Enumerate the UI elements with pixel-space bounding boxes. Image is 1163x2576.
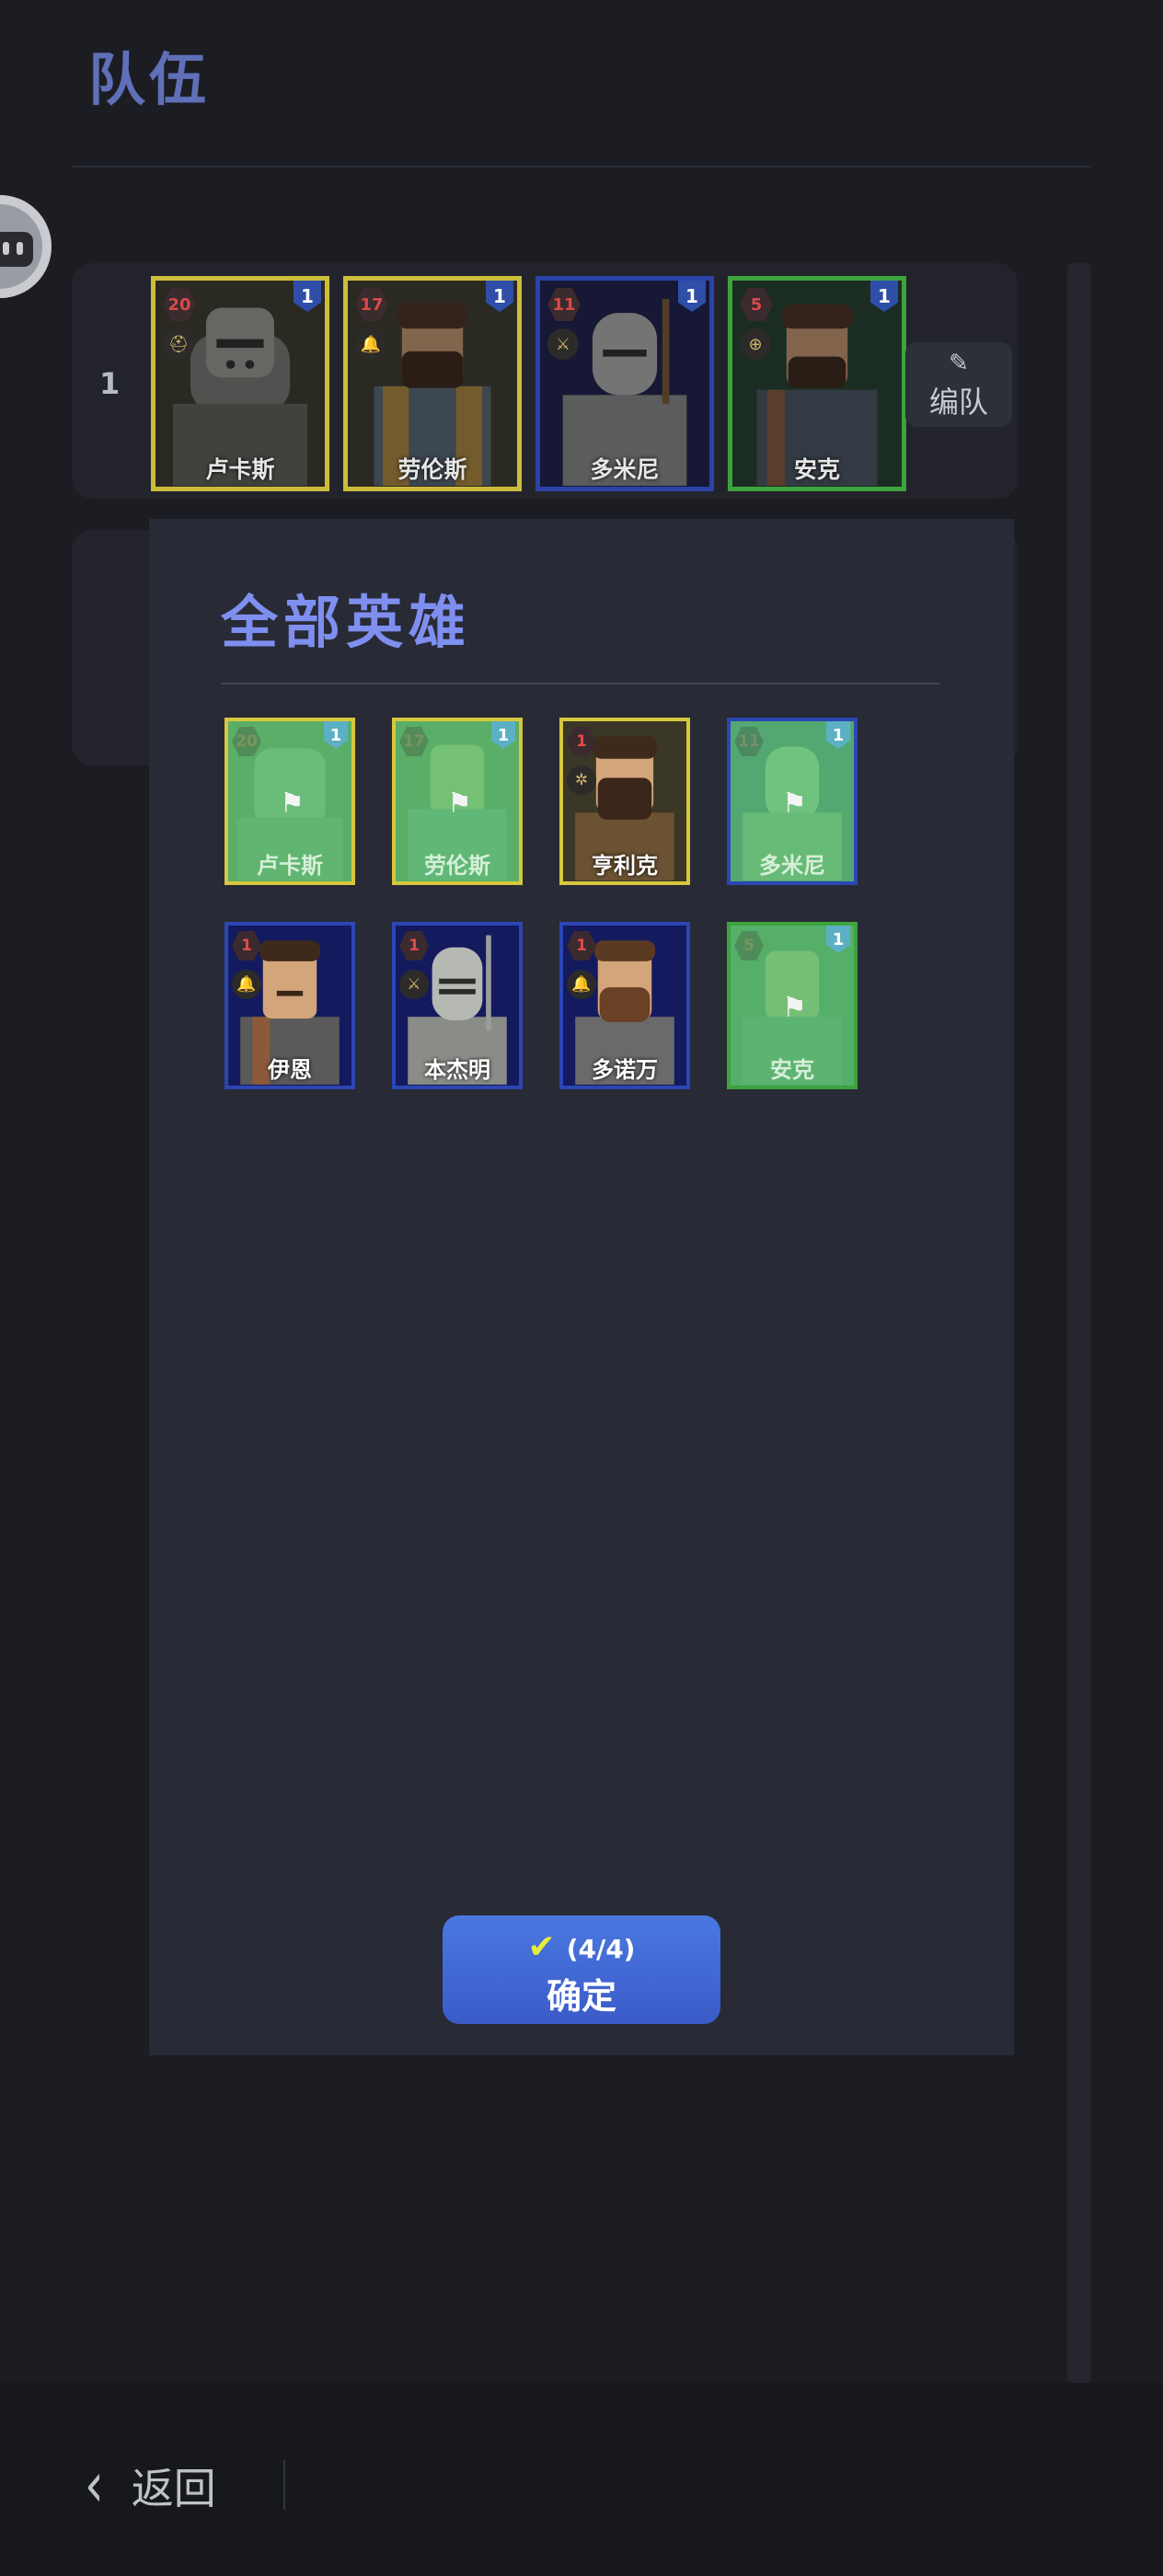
team-member-card[interactable]: 11 ⚔ 1 多米尼: [535, 276, 714, 491]
bell-skill-icon: 🔔: [355, 328, 386, 360]
page-title: 队伍: [88, 46, 211, 113]
bell-skill-icon: 🔔: [232, 970, 261, 999]
edit-icon: ✎: [949, 350, 969, 377]
sword-skill-icon: ⚔: [547, 328, 579, 360]
sword-skill-icon: ⚔: [399, 970, 429, 999]
assistant-float-button[interactable]: [0, 195, 52, 298]
team-member-card[interactable]: 5 ⊕ 1 安克: [728, 276, 906, 491]
back-label: 返回: [131, 2464, 216, 2513]
bar-divider: [283, 2460, 285, 2510]
title-divider: [72, 166, 1091, 167]
hero-card[interactable]: 1 🔔 多诺万: [559, 922, 690, 1089]
chevron-left-icon: ‹: [85, 2450, 104, 2522]
back-button[interactable]: ‹ 返回: [85, 2450, 216, 2522]
flag-icon: ⚑: [782, 992, 807, 1024]
hero-name: 安克: [770, 1057, 814, 1083]
edit-team-label: 编队: [928, 385, 988, 420]
flag-icon: ⚑: [447, 788, 472, 820]
hero-name: 劳伦斯: [424, 853, 490, 879]
hero-card[interactable]: 5 ⚑ 1 安克: [727, 922, 858, 1089]
flag-icon: ⚑: [782, 788, 807, 820]
edit-team-button[interactable]: ✎ 编队: [905, 342, 1012, 427]
team-member-card[interactable]: 17 🔔 1 劳伦斯: [343, 276, 522, 491]
gear-skill-icon: ✲: [567, 765, 596, 795]
modal-divider: [221, 683, 940, 684]
hero-name: 劳伦斯: [397, 456, 467, 483]
flag-icon: ⚑: [280, 788, 305, 820]
hero-name: 安克: [793, 456, 840, 483]
hero-card[interactable]: 1 🔔 伊恩: [225, 922, 355, 1089]
modal-title: 全部英雄: [221, 589, 472, 656]
hero-name: 卢卡斯: [205, 456, 275, 483]
check-icon: ✔: [527, 1928, 556, 1966]
bottom-bar: ‹ 返回: [0, 2383, 1163, 2576]
hero-card[interactable]: 17 ⚑ 1 劳伦斯: [392, 718, 523, 885]
scrollbar[interactable]: [1067, 263, 1091, 2383]
bell-skill-icon: 🔔: [567, 970, 596, 999]
confirm-button[interactable]: ✔ (4/4) 确定: [443, 1915, 720, 2024]
team-member-card[interactable]: 20 ⛑ 1 卢卡斯: [151, 276, 329, 491]
hero-name: 卢卡斯: [257, 853, 323, 879]
selection-count: (4/4): [566, 1934, 636, 1964]
hero-name: 多米尼: [590, 456, 660, 483]
hero-card[interactable]: 20 ⚑ 1 卢卡斯: [225, 718, 355, 885]
hero-name: 多米尼: [759, 853, 825, 879]
team-index: 1: [99, 366, 121, 401]
hero-name: 多诺万: [592, 1057, 658, 1083]
hero-name: 亨利克: [592, 853, 658, 879]
hero-select-modal: 全部英雄 20 ⚑ 1 卢卡斯 17 ⚑ 1 劳伦斯 1 ✲ 亨利克 11 ⚑ …: [149, 519, 1014, 2055]
hero-card[interactable]: 1 ⚔ 本杰明: [392, 922, 523, 1089]
hero-card[interactable]: 11 ⚑ 1 多米尼: [727, 718, 858, 885]
hero-card[interactable]: 1 ✲ 亨利克: [559, 718, 690, 885]
robot-face-icon: [0, 232, 33, 267]
hero-name: 本杰明: [424, 1057, 490, 1083]
target-skill-icon: ⊕: [740, 328, 771, 360]
helmet-skill-icon: ⛑: [163, 328, 194, 360]
confirm-label: 确定: [546, 1976, 616, 2017]
hero-name: 伊恩: [268, 1057, 312, 1083]
